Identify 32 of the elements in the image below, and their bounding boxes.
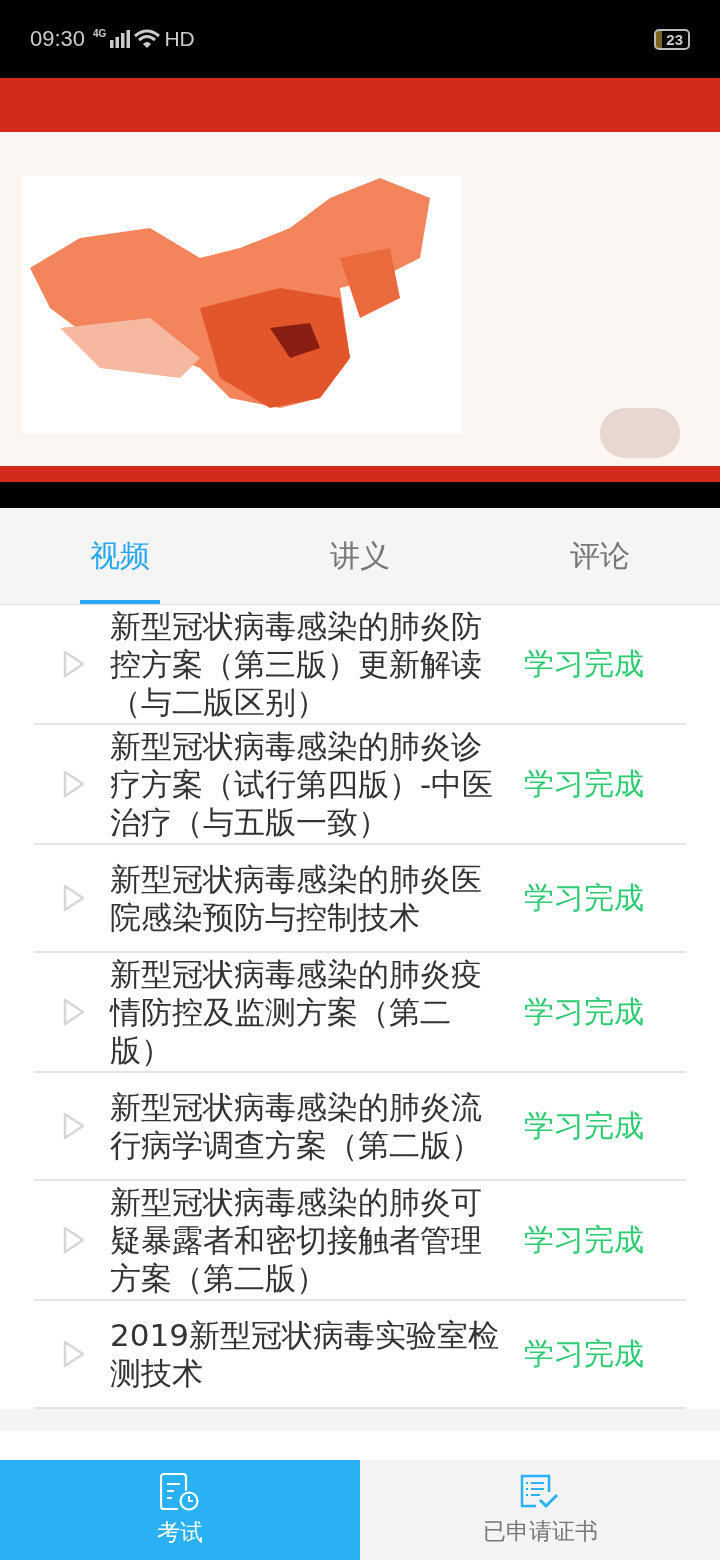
signal-icon [110, 30, 131, 48]
hd-label: HD [164, 27, 195, 51]
lesson-status: 学习完成 [524, 1106, 644, 1145]
play-icon[interactable] [62, 769, 86, 799]
lesson-status: 学习完成 [524, 992, 644, 1031]
network-label: 4G [93, 27, 107, 39]
document-clock-icon [160, 1472, 200, 1511]
nav-tab[interactable]: 已申请证书 [360, 1460, 720, 1560]
tab[interactable]: 评论 [480, 508, 720, 604]
lesson-title[interactable]: 新型冠状病毒感染的肺炎流行病学调查方案（第二版） [110, 1088, 506, 1164]
play-icon[interactable] [62, 649, 86, 679]
lesson-status: 学习完成 [524, 764, 644, 803]
lesson-status: 学习完成 [524, 644, 644, 683]
play-icon[interactable] [62, 883, 86, 913]
lesson-title[interactable]: 2019新型冠状病毒实验室检测技术 [110, 1316, 506, 1392]
checklist-icon [520, 1473, 560, 1510]
status-time: 09:30 [30, 26, 86, 52]
lesson-title[interactable]: 新型冠状病毒感染的肺炎疫情防控及监测方案（第二版） [110, 955, 506, 1069]
tab[interactable]: 讲义 [240, 508, 480, 604]
lesson-title[interactable]: 新型冠状病毒感染的肺炎诊疗方案（试行第四版）-中医治疗（与五版一致） [110, 727, 506, 841]
lesson-title[interactable]: 新型冠状病毒感染的肺炎可疑暴露者和密切接触者管理方案（第二版） [110, 1183, 506, 1297]
play-icon[interactable] [62, 1111, 86, 1141]
lesson-status: 学习完成 [524, 1334, 644, 1373]
play-icon[interactable] [62, 997, 86, 1027]
play-icon[interactable] [62, 1339, 86, 1369]
lesson-status: 学习完成 [524, 1220, 644, 1259]
lesson-status: 学习完成 [524, 878, 644, 917]
wifi-icon [134, 29, 161, 49]
battery-indicator: 23 [654, 28, 690, 50]
lesson-title[interactable]: 新型冠状病毒感染的肺炎医院感染预防与控制技术 [110, 860, 506, 936]
lesson-title[interactable]: 新型冠状病毒感染的肺炎防控方案（第三版）更新解读（与二版区别） [110, 607, 506, 721]
play-icon[interactable] [62, 1225, 86, 1255]
